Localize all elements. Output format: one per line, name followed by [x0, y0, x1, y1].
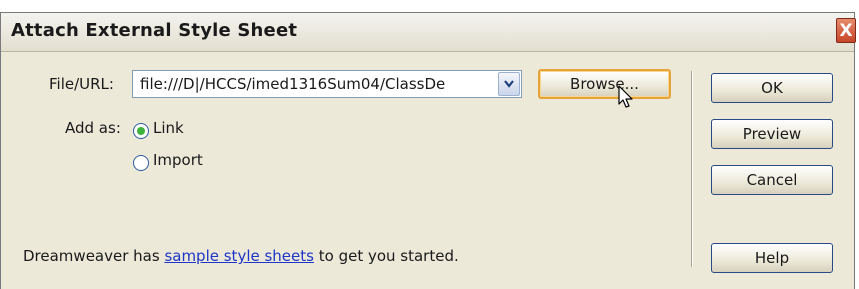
link-radio[interactable]	[133, 123, 149, 139]
file-url-dropdown-button[interactable]	[498, 72, 520, 96]
browse-button[interactable]: Browse...	[538, 69, 671, 99]
preview-button[interactable]: Preview	[711, 119, 833, 149]
file-url-label: File/URL:	[49, 75, 114, 93]
sample-style-sheets-link[interactable]: sample style sheets	[164, 247, 314, 265]
file-url-combobox[interactable]: file:///D|/HCCS/imed1316Sum04/ClassDe	[132, 70, 522, 98]
footer-prefix: Dreamweaver has	[23, 247, 165, 265]
vertical-divider	[691, 71, 693, 267]
import-radio[interactable]	[133, 155, 149, 171]
help-button[interactable]: Help	[711, 243, 833, 273]
close-button[interactable]: X	[836, 18, 856, 43]
title-bar[interactable]: Attach External Style Sheet X	[1, 13, 856, 52]
attach-style-sheet-dialog: Attach External Style Sheet X File/URL: …	[0, 12, 856, 289]
import-radio-label[interactable]: Import	[153, 151, 203, 169]
add-as-label: Add as:	[65, 119, 121, 137]
footer-suffix: to get you started.	[313, 247, 459, 265]
file-url-input[interactable]: file:///D|/HCCS/imed1316Sum04/ClassDe	[140, 75, 492, 93]
link-radio-label[interactable]: Link	[153, 119, 184, 137]
dialog-title: Attach External Style Sheet	[11, 20, 298, 41]
footer-text: Dreamweaver has sample style sheets to g…	[23, 247, 459, 265]
cancel-button[interactable]: Cancel	[711, 165, 833, 195]
mouse-cursor-icon	[618, 85, 633, 108]
ok-button[interactable]: OK	[711, 73, 833, 103]
chevron-down-icon	[504, 80, 514, 88]
close-icon: X	[839, 21, 853, 41]
